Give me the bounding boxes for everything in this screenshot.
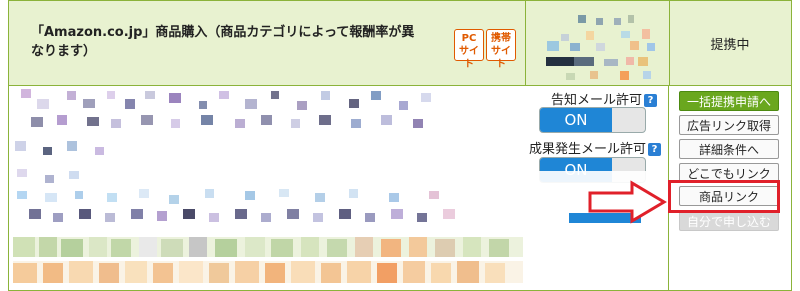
notify-mail-label-text: 告知メール許可 xyxy=(551,93,643,108)
partnership-status: 提携中 xyxy=(710,37,750,53)
program-title-line1: 「Amazon.co.jp」商品購入（商品カテゴリによって報酬率が異 xyxy=(31,25,415,40)
notify-mail-toggle[interactable]: ON xyxy=(539,107,646,133)
redacted-description xyxy=(13,89,523,283)
mobile-site-badge-label: 携帯 サイト xyxy=(491,33,511,70)
help-icon[interactable]: ? xyxy=(648,143,662,156)
pc-site-badge: PC サイト xyxy=(454,29,484,70)
pc-site-badge-label: PC サイト xyxy=(459,33,479,70)
annotation-arrow-icon xyxy=(588,180,667,224)
get-ad-link-button[interactable]: 広告リンク取得 xyxy=(679,115,779,135)
program-title-line2: なります） xyxy=(31,44,97,59)
program-row: 「Amazon.co.jp」商品購入（商品カテゴリによって報酬率が異 なります）… xyxy=(8,0,792,291)
self-apply-button[interactable]: 自分で申し込む xyxy=(679,211,779,231)
help-icon[interactable]: ? xyxy=(644,94,658,107)
program-header: 「Amazon.co.jp」商品購入（商品カテゴリによって報酬率が異 なります）… xyxy=(9,1,791,86)
notify-mail-toggle-on: ON xyxy=(540,108,612,132)
details-button[interactable]: 詳細条件へ xyxy=(679,139,779,159)
notify-mail-label: 告知メール許可? xyxy=(551,89,658,108)
program-title: 「Amazon.co.jp」商品購入（商品カテゴリによって報酬率が異 なります） xyxy=(31,23,431,61)
bulk-apply-button[interactable]: 一括提携申請へ xyxy=(679,91,779,111)
result-mail-label-text: 成果発生メール許可 xyxy=(529,142,647,157)
program-thumbnail xyxy=(525,1,670,85)
result-mail-label: 成果発生メール許可? xyxy=(529,138,662,157)
program-thumbnail-mosaic xyxy=(546,15,655,80)
product-link-highlight xyxy=(668,180,780,213)
mobile-site-badge: 携帯 サイト xyxy=(486,29,516,70)
